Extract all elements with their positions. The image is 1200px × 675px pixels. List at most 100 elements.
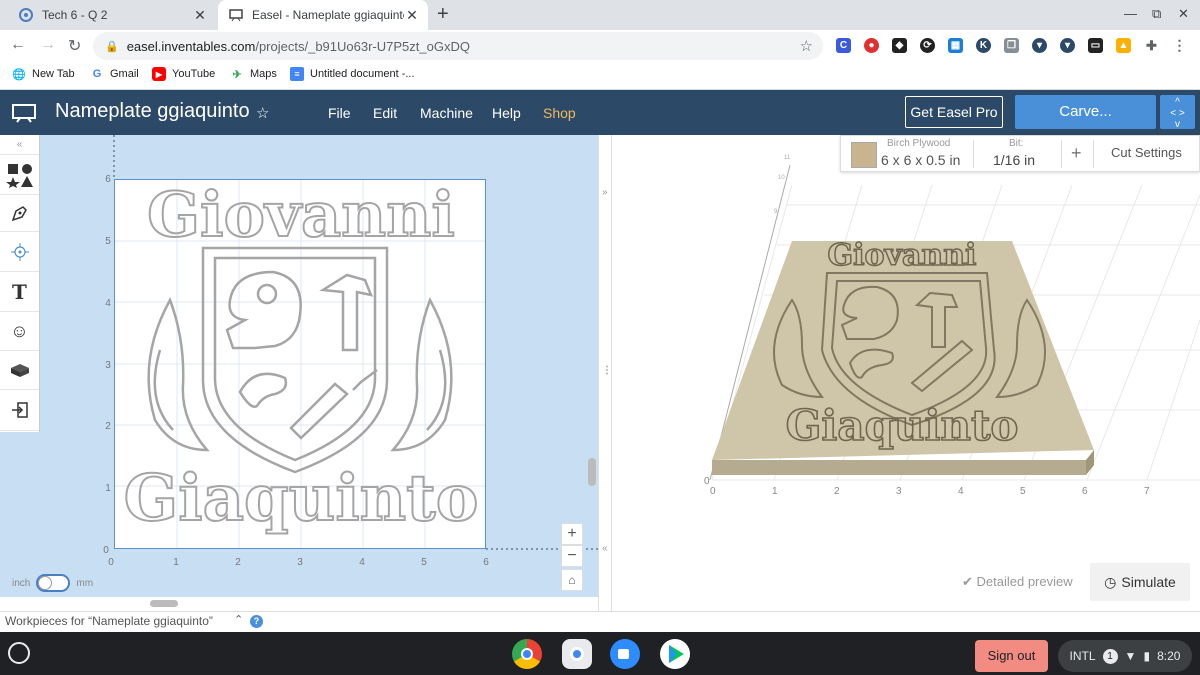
bookmark-new-tab[interactable]: 🌐 New Tab [12,67,75,81]
extension-k-icon[interactable]: K [976,38,991,53]
icons-smiley-icon[interactable]: ☺ [0,312,39,351]
extension-c-icon[interactable]: C [836,38,851,53]
panel-divider[interactable]: » ⋮ « [598,135,612,611]
favorite-star-icon[interactable]: ☆ [256,104,269,122]
expand-right-icon[interactable]: » [602,187,608,198]
easel-logo-icon[interactable] [12,103,36,128]
material-swatch[interactable] [851,142,877,168]
bit-label: Bit: [1009,138,1024,149]
shapes-icon[interactable] [0,155,39,195]
lock-icon: 🔒 [105,40,119,53]
bookmark-maps[interactable]: ✈ Maps [230,67,277,81]
chrome-icon[interactable] [512,639,542,669]
zoom-in-button[interactable]: + [561,523,583,545]
material-name[interactable]: Birch Plywood [887,138,950,149]
menu-shop[interactable]: Shop [543,105,576,121]
extension-screen-icon[interactable]: ▦ [948,38,963,53]
battery-icon: ▮ [1143,649,1151,663]
add-bit-icon[interactable]: + [1071,143,1082,164]
preview-top-text: Giovanni [828,238,977,273]
notification-count: 1 [1102,648,1118,664]
pen-tool-icon[interactable] [0,195,39,232]
preview-axis-x-label: 1 [772,486,778,497]
maps-icon: ✈ [232,68,242,81]
window-close-icon[interactable]: ✕ [1178,6,1189,22]
cut-settings-button[interactable]: Cut Settings [1111,145,1182,160]
extension-sync-icon[interactable]: ⟳ [920,38,935,53]
menu-machine[interactable]: Machine [420,105,473,121]
home-view-icon[interactable]: ⌂ [561,569,583,591]
import-3d-icon[interactable] [0,351,39,390]
detailed-preview-toggle[interactable]: ✔ Detailed preview [962,574,1073,590]
collapse-tools-icon[interactable]: « [0,135,39,155]
menu-file[interactable]: File [328,105,351,121]
youtube-icon: ▶ [152,67,166,81]
preview-bottom-text: Giaquinto [786,401,1019,450]
text-tool-icon[interactable]: T [0,272,39,312]
os-shelf: Sign out INTL 1 ▼ ▮ 8:20 [0,632,1200,675]
google-icon: G [92,68,102,80]
workpiece-sheet[interactable]: Giovanni Giaquinto [114,179,486,549]
zoom-out-button[interactable]: − [561,545,583,567]
url-path: /projects/_b91Uo63r-U7P5zt_oGxDQ [255,38,470,54]
preview-panel: 11 10 9 Giovanni Giaquinto 0 0 1 2 3 4 5 6… [612,135,1200,611]
close-tab-icon[interactable]: ✕ [404,7,420,24]
carve-button[interactable]: Carve... [1015,95,1156,129]
camera-icon[interactable] [562,639,592,669]
bookmark-youtube[interactable]: ▶ YouTube [152,67,215,81]
launcher-icon[interactable] [8,642,30,664]
browser-toolbar: ← → ↻ 🔒 easel.inventables.com/projects/_… [0,30,1200,62]
workpieces-label: Workpieces for “Nameplate ggiaquinto” [5,614,213,628]
material-size[interactable]: 6 x 6 x 0.5 in [881,152,960,168]
bookmark-star-icon[interactable]: ☆ [800,37,813,55]
expand-left-icon[interactable]: « [602,543,608,554]
extension-dark-icon[interactable]: ◆ [892,38,907,53]
menu-help[interactable]: Help [492,105,521,121]
expand-up-icon[interactable]: ⌃ [234,613,243,626]
sign-out-button[interactable]: Sign out [975,640,1048,672]
clock-icon: ◷ [1104,573,1117,590]
extension-shield2-icon[interactable]: ▾ [1060,38,1075,53]
bookmark-label: New Tab [32,68,75,80]
canvas-horizontal-scrollbar[interactable] [150,600,178,607]
import-file-icon[interactable] [0,390,39,431]
extension-stop-icon[interactable]: ● [864,38,879,53]
drag-handle-icon[interactable]: ⋮ [602,365,612,376]
browser-tab-1[interactable]: Tech 6 - Q 2 ✕ [8,0,216,30]
extension-monitor-icon[interactable]: ▭ [1088,38,1103,53]
simulate-button[interactable]: ◷ Simulate [1090,563,1190,601]
bit-value[interactable]: 1/16 in [993,152,1035,168]
reload-icon[interactable]: ↻ [68,36,81,56]
zoom-app-icon[interactable] [610,639,640,669]
browser-tab-2[interactable]: Easel - Nameplate ggiaquinto ✕ [218,0,428,30]
status-tray[interactable]: INTL 1 ▼ ▮ 8:20 [1058,640,1192,672]
help-icon[interactable]: ? [250,615,263,628]
preview-axis-x-label: 5 [1020,486,1026,497]
forward-icon[interactable]: → [40,36,56,54]
get-easel-pro-button[interactable]: Get Easel Pro [905,96,1003,128]
play-store-icon[interactable] [660,639,690,669]
bookmark-gmail[interactable]: G Gmail [90,67,139,81]
bookmark-label: Untitled document -... [310,68,415,80]
preview-axis-x-label: 0 [710,486,716,497]
new-tab-icon[interactable]: + [437,3,449,26]
restore-icon[interactable]: ⧉ [1152,6,1161,22]
close-tab-icon[interactable]: ✕ [192,7,208,24]
project-title[interactable]: Nameplate ggiaquinto [55,100,250,123]
target-point-icon[interactable] [0,232,39,272]
minimize-icon[interactable]: — [1124,6,1137,21]
drive-icon[interactable]: ▲ [1116,38,1131,53]
extension-copy-icon[interactable]: ❐ [1004,38,1019,53]
back-icon[interactable]: ← [10,36,26,54]
bookmark-docs[interactable]: ≡ Untitled document -... [290,67,415,81]
extension-shield-icon[interactable]: ▾ [1032,38,1047,53]
workpieces-bar[interactable]: Workpieces for “Nameplate ggiaquinto” ⌃ … [0,611,1200,632]
unit-toggle[interactable] [36,574,71,592]
checkmark-icon: ✔ [962,574,977,589]
canvas-vertical-scrollbar[interactable] [588,458,596,486]
share-arrows-icon[interactable]: ^ < > v [1160,95,1195,130]
menu-edit[interactable]: Edit [373,105,397,121]
extensions-puzzle-icon[interactable]: ✚ [1144,38,1159,53]
address-bar[interactable]: 🔒 easel.inventables.com/projects/_b91Uo6… [93,32,823,60]
kebab-menu-icon[interactable]: ⋮ [1172,38,1187,53]
